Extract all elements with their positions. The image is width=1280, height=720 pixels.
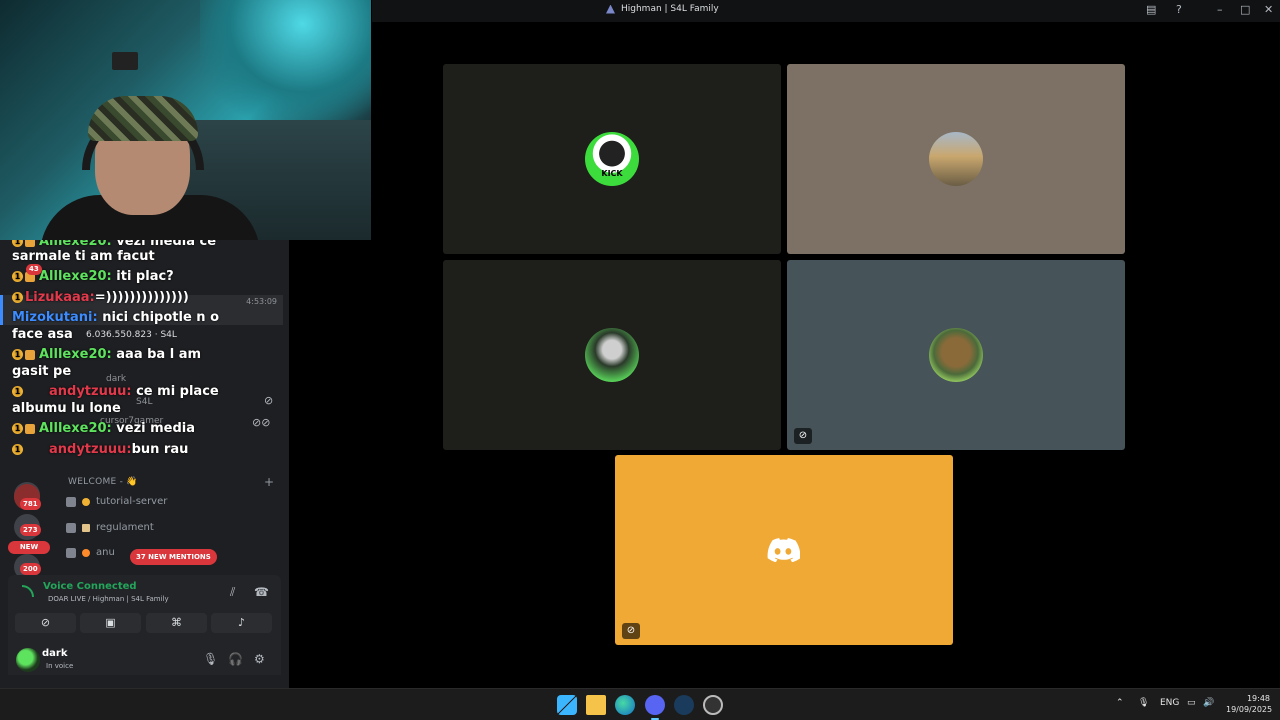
close-icon[interactable]: ✕ xyxy=(1264,3,1273,16)
volume-icon[interactable]: 🔊 xyxy=(1203,698,1214,708)
muted-icon: ⊘ xyxy=(794,428,812,444)
scroll-emoji-icon xyxy=(82,523,90,532)
channel-item[interactable]: anu xyxy=(66,547,115,558)
channel-category[interactable]: WELCOME - 👋 xyxy=(68,477,138,487)
channel-item[interactable]: regulament xyxy=(66,522,154,533)
participant-tile[interactable]: ⊘ xyxy=(787,260,1125,450)
channel-item[interactable]: tutorial-server xyxy=(66,496,167,507)
disconnect-icon[interactable]: ☎ xyxy=(254,585,269,599)
chat-timestamp: 4:53:09 xyxy=(246,297,277,306)
participant-avatar xyxy=(585,328,639,382)
avatar[interactable] xyxy=(16,648,40,672)
file-explorer-icon[interactable] xyxy=(586,695,606,715)
participant-avatar xyxy=(929,328,983,382)
windows-start-icon[interactable] xyxy=(557,695,577,715)
chat-overlay: 1 Alllexe20: vezi media ce sarmale ti am … xyxy=(0,240,289,465)
window-titlebar: Highman | S4L Family ▤ ? – □ ✕ xyxy=(372,0,1280,22)
network-icon[interactable]: ▭ xyxy=(1187,698,1196,708)
webcam-cap xyxy=(88,96,198,141)
new-mentions-pill[interactable]: 37 NEW MENTIONS xyxy=(130,549,217,565)
channel-label: tutorial-server xyxy=(96,496,168,507)
voice-channel-name[interactable]: DOAR LIVE / Highman | S4L Family xyxy=(48,595,169,603)
participant-avatar xyxy=(929,132,983,186)
chat-line: face asa xyxy=(12,327,73,342)
chat-line: Mizokutani: nici chipotle n o xyxy=(12,310,219,325)
add-channel-button[interactable]: + xyxy=(264,475,274,489)
settings-gear-icon[interactable]: ⚙ xyxy=(254,652,265,666)
maximize-icon[interactable]: □ xyxy=(1240,3,1250,16)
server-logo-icon xyxy=(606,4,615,14)
participant-tile[interactable] xyxy=(443,260,781,450)
fire-emoji-icon xyxy=(82,548,90,557)
server-badge: 43 xyxy=(26,264,42,275)
soundboard-button[interactable]: ♪ xyxy=(211,613,272,633)
participant-tile[interactable]: ⊘ xyxy=(615,455,953,645)
chat-line: sarmale ti am facut xyxy=(12,249,155,264)
server-badge: 781 xyxy=(20,498,41,510)
taskbar: ⌃ 🎙 ENG ▭ 🔊 19:48 19/09/2025 xyxy=(0,688,1280,720)
activities-button[interactable]: ⌘ xyxy=(146,613,207,633)
faint-tag: S4L xyxy=(136,397,153,407)
language-indicator[interactable]: ENG xyxy=(1160,698,1179,708)
channel-label: regulament xyxy=(96,522,154,533)
webcam-wall-light xyxy=(200,0,371,120)
tray-chevron-icon[interactable]: ⌃ xyxy=(1116,698,1124,708)
participant-avatar: KICK xyxy=(585,132,639,186)
clock-date: 19/09/2025 xyxy=(1226,705,1273,714)
username[interactable]: dark xyxy=(42,648,68,659)
wave-emoji-icon xyxy=(82,497,90,506)
chat-line: albumu lu lone xyxy=(12,401,121,416)
chat-line: 1 Alllexe20: aaa ba l am xyxy=(12,347,201,362)
channel-label: anu xyxy=(96,547,115,558)
points-display: 6.036.550.823 · S4L xyxy=(86,330,177,340)
edge-browser-icon[interactable] xyxy=(615,695,635,715)
signal-icon[interactable] xyxy=(22,585,34,597)
chat-line: 1 andytzuuu: ce mi place xyxy=(12,384,219,399)
minimize-icon[interactable]: – xyxy=(1217,3,1223,16)
chat-line: 1 andytzuuu:bun rau xyxy=(12,442,188,457)
discord-app-icon[interactable] xyxy=(645,695,665,715)
window-title-text: Highman | S4L Family xyxy=(621,4,719,14)
voice-status[interactable]: Voice Connected xyxy=(43,581,137,592)
inbox-icon[interactable]: ▤ xyxy=(1146,3,1156,16)
chat-line: 1 Alllexe20: vezi media xyxy=(12,421,195,436)
rules-icon xyxy=(66,522,76,533)
announcement-icon xyxy=(66,496,76,507)
server-badge: 200 xyxy=(20,563,41,575)
microphone-icon[interactable]: 🎙 xyxy=(203,652,218,666)
avatar-kick-label: KICK xyxy=(601,169,623,178)
mute-icon: ⊘ xyxy=(264,394,274,407)
participant-tile[interactable] xyxy=(787,64,1125,254)
left-panel: 1 Alllexe20: vezi media ce sarmale ti am … xyxy=(0,240,289,688)
announcement-icon xyxy=(66,547,76,558)
steam-icon[interactable] xyxy=(674,695,694,715)
headphones-icon[interactable]: 🎧 xyxy=(228,652,243,666)
window-title: Highman | S4L Family xyxy=(606,4,719,14)
faint-username: dark xyxy=(106,374,127,384)
chat-line: 1 Lizukaaa:=)))))))))))))) xyxy=(12,290,189,305)
chat-line: gasit pe xyxy=(12,364,72,379)
tray-microphone-icon[interactable]: 🎙 xyxy=(1138,698,1149,708)
noise-suppression-icon[interactable]: ⫽ xyxy=(230,585,235,600)
webcam-overlay xyxy=(0,0,371,240)
user-panel: dark In voice 🎙 🎧 ⚙ xyxy=(8,644,281,680)
deafen-icon: ⊘⊘ xyxy=(252,416,271,429)
webcam-wall-mount xyxy=(112,52,138,70)
chat-line: 1 Alllexe20: vezi media ce xyxy=(12,240,216,249)
new-badge: NEW xyxy=(8,541,50,554)
server-badge: 273 xyxy=(20,524,41,536)
discord-logo-icon xyxy=(767,538,800,562)
screen: 1 Alllexe20: vezi media ce sarmale ti am … xyxy=(0,0,1280,720)
camera-off-button[interactable]: ⊘ xyxy=(15,613,76,633)
share-screen-button[interactable]: ▣ xyxy=(80,613,141,633)
taskbar-clock[interactable]: 19:48 19/09/2025 xyxy=(1226,693,1273,715)
deafened-icon: ⊘ xyxy=(622,623,640,639)
clock-time: 19:48 xyxy=(1246,694,1270,703)
help-icon[interactable]: ? xyxy=(1176,3,1182,16)
participant-tile[interactable]: KICK xyxy=(443,64,781,254)
app-icon[interactable] xyxy=(703,695,723,715)
user-status: In voice xyxy=(46,662,74,670)
